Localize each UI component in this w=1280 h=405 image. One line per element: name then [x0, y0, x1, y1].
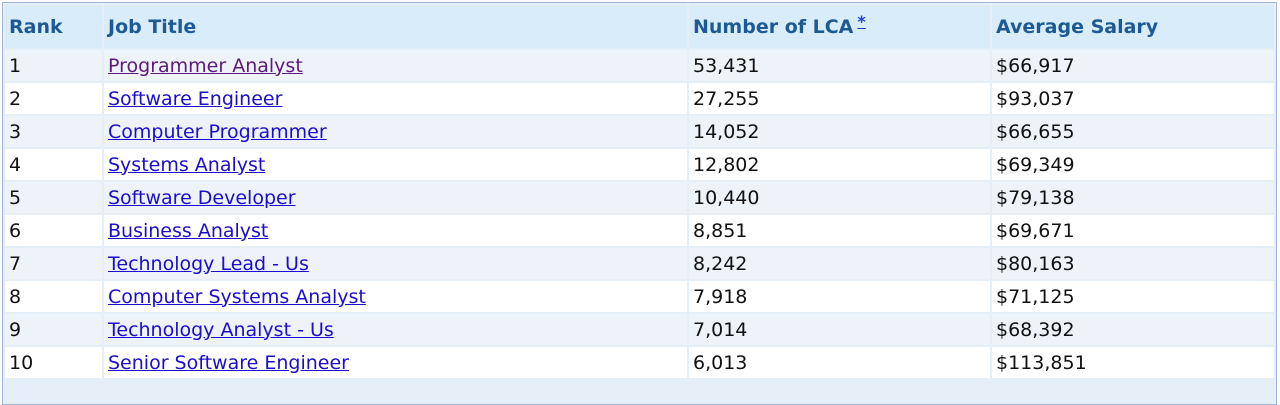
lca-count-cell: 6,013 — [689, 347, 990, 378]
job-title-link[interactable]: Computer Systems Analyst — [108, 286, 366, 308]
rank-cell: 1 — [5, 50, 102, 81]
job-title-link[interactable]: Computer Programmer — [108, 121, 327, 143]
column-header-salary: Average Salary — [992, 5, 1274, 48]
job-title-cell: Technology Lead - Us — [104, 248, 687, 279]
average-salary-cell: $68,392 — [992, 314, 1274, 345]
job-title-cell: Programmer Analyst — [104, 50, 687, 81]
rank-cell: 10 — [5, 347, 102, 378]
job-title-cell: Computer Systems Analyst — [104, 281, 687, 312]
lca-count-cell: 14,052 — [689, 116, 990, 147]
average-salary-cell: $71,125 — [992, 281, 1274, 312]
job-title-cell: Software Engineer — [104, 83, 687, 114]
average-salary-cell: $66,655 — [992, 116, 1274, 147]
rank-cell: 8 — [5, 281, 102, 312]
lca-count-cell: 27,255 — [689, 83, 990, 114]
average-salary-cell: $79,138 — [992, 182, 1274, 213]
lca-count-cell: 7,918 — [689, 281, 990, 312]
table-row: 10 Senior Software Engineer 6,013 $113,851 — [5, 347, 1274, 378]
job-title-cell: Senior Software Engineer — [104, 347, 687, 378]
lca-count-cell: 53,431 — [689, 50, 990, 81]
table-row: 6 Business Analyst 8,851 $69,671 — [5, 215, 1274, 246]
job-title-cell: Systems Analyst — [104, 149, 687, 180]
job-title-cell: Software Developer — [104, 182, 687, 213]
lca-count-cell: 8,242 — [689, 248, 990, 279]
job-title-link[interactable]: Software Developer — [108, 187, 296, 209]
job-title-cell: Technology Analyst - Us — [104, 314, 687, 345]
job-title-cell: Business Analyst — [104, 215, 687, 246]
job-title-link[interactable]: Senior Software Engineer — [108, 352, 349, 374]
rank-cell: 9 — [5, 314, 102, 345]
job-title-link[interactable]: Business Analyst — [108, 220, 268, 242]
job-title-link[interactable]: Technology Lead - Us — [108, 253, 309, 275]
table-header-row: Rank Job Title Number of LCA * Average Sa… — [5, 5, 1274, 48]
average-salary-cell: $69,349 — [992, 149, 1274, 180]
rank-cell: 3 — [5, 116, 102, 147]
column-header-lca-label: Number of LCA — [693, 15, 854, 38]
job-title-cell: Computer Programmer — [104, 116, 687, 147]
h1b-ranking-table-container: Rank Job Title Number of LCA * Average Sa… — [2, 2, 1277, 405]
job-title-link[interactable]: Systems Analyst — [108, 154, 265, 176]
job-title-link[interactable]: Technology Analyst - Us — [108, 319, 334, 341]
column-header-rank: Rank — [5, 5, 102, 48]
job-title-link[interactable]: Programmer Analyst — [108, 55, 303, 77]
job-title-link[interactable]: Software Engineer — [108, 88, 282, 110]
table-row: 3 Computer Programmer 14,052 $66,655 — [5, 116, 1274, 147]
table-row: 8 Computer Systems Analyst 7,918 $71,125 — [5, 281, 1274, 312]
average-salary-cell: $93,037 — [992, 83, 1274, 114]
job-ranking-table: Rank Job Title Number of LCA * Average Sa… — [3, 3, 1276, 380]
lca-count-cell: 10,440 — [689, 182, 990, 213]
column-header-job-title: Job Title — [104, 5, 687, 48]
rank-cell: 5 — [5, 182, 102, 213]
table-row: 1 Programmer Analyst 53,431 $66,917 — [5, 50, 1274, 81]
table-row: 4 Systems Analyst 12,802 $69,349 — [5, 149, 1274, 180]
lca-count-cell: 12,802 — [689, 149, 990, 180]
lca-count-cell: 8,851 — [689, 215, 990, 246]
column-header-lca: Number of LCA * — [689, 5, 990, 48]
table-row: 7 Technology Lead - Us 8,242 $80,163 — [5, 248, 1274, 279]
average-salary-cell: $113,851 — [992, 347, 1274, 378]
average-salary-cell: $80,163 — [992, 248, 1274, 279]
table-row: 9 Technology Analyst - Us 7,014 $68,392 — [5, 314, 1274, 345]
rank-cell: 2 — [5, 83, 102, 114]
average-salary-cell: $69,671 — [992, 215, 1274, 246]
rank-cell: 4 — [5, 149, 102, 180]
table-row: 2 Software Engineer 27,255 $93,037 — [5, 83, 1274, 114]
lca-footnote-link[interactable]: * — [857, 12, 865, 31]
rank-cell: 6 — [5, 215, 102, 246]
average-salary-cell: $66,917 — [992, 50, 1274, 81]
lca-count-cell: 7,014 — [689, 314, 990, 345]
rank-cell: 7 — [5, 248, 102, 279]
table-row: 5 Software Developer 10,440 $79,138 — [5, 182, 1274, 213]
